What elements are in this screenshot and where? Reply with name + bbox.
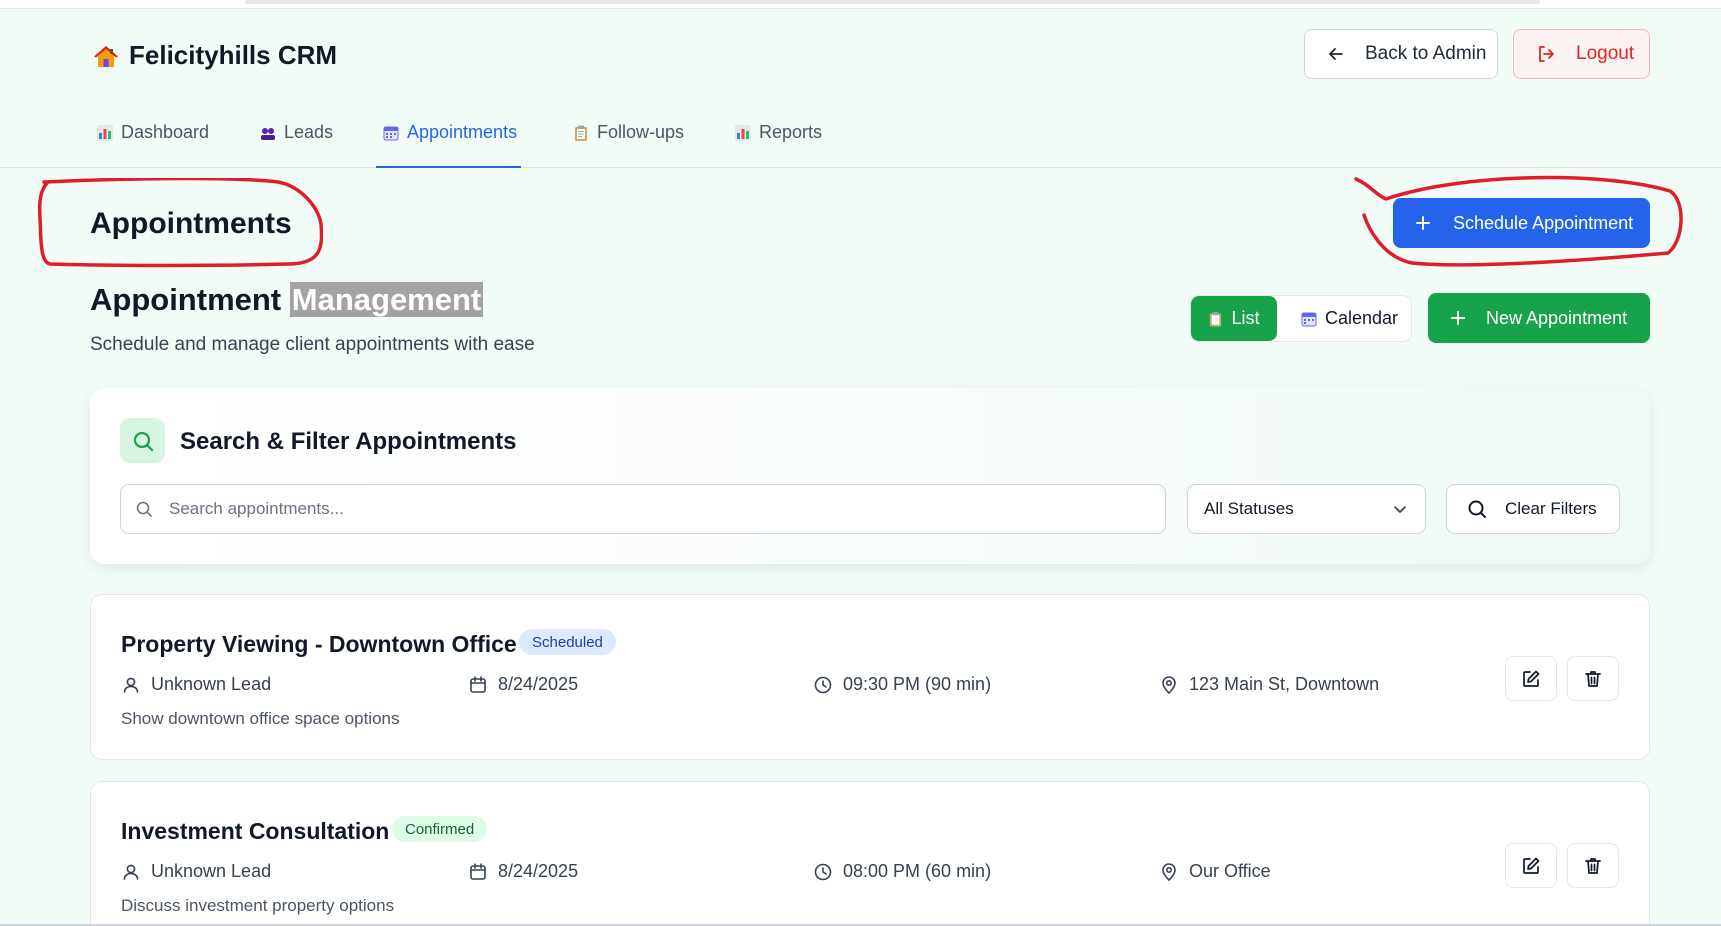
list-view-label: List: [1231, 308, 1260, 328]
schedule-appointment-button[interactable]: Schedule Appointment: [1393, 198, 1650, 248]
clear-filters-label: Clear Filters: [1505, 499, 1597, 518]
edit-icon: [1523, 670, 1540, 687]
appointment-time-text: 09:30 PM (90 min): [843, 674, 992, 694]
delete-button[interactable]: [1567, 656, 1619, 701]
trash-icon: [1585, 857, 1601, 874]
appointment-time: 09:30 PM (90 min): [813, 674, 991, 695]
arrow-left-icon: [1329, 48, 1343, 60]
bar-chart-icon: [735, 125, 751, 141]
filter-card-title: Search & Filter Appointments: [180, 428, 517, 455]
status-badge: Scheduled: [519, 629, 616, 655]
appointment-date-text: 8/24/2025: [498, 861, 579, 881]
calendar-icon: [1301, 312, 1317, 326]
appointment-time-text: 08:00 PM (60 min): [843, 861, 992, 881]
status-select[interactable]: All Statuses: [1187, 484, 1426, 534]
plus-icon: [1451, 311, 1465, 325]
calendar-icon: [470, 675, 486, 693]
appointment-location-text: Our Office: [1189, 861, 1271, 881]
clear-filters-button[interactable]: Clear Filters: [1446, 484, 1620, 534]
trash-icon: [1585, 670, 1601, 687]
back-to-admin-button[interactable]: Back to Admin: [1304, 29, 1498, 79]
tab-label: Appointments: [407, 122, 518, 142]
search-icon: [1468, 500, 1486, 518]
people-icon: [261, 128, 275, 140]
tab-label: Dashboard: [121, 122, 210, 142]
edit-button[interactable]: [1505, 656, 1557, 701]
filter-card-icon-box: [120, 418, 165, 463]
logout-icon: [1539, 46, 1554, 62]
management-title-part: Appointment: [90, 282, 282, 317]
appointment-description: Show downtown office space options: [121, 709, 400, 728]
appointment-description: Discuss investment property options: [121, 896, 395, 915]
highlighted-text: Management: [289, 282, 484, 317]
map-pin-icon: [1162, 675, 1176, 694]
map-pin-icon: [1162, 862, 1176, 881]
appointment-card: Property Viewing - Downtown Office Sched…: [90, 594, 1650, 760]
tab-label: Leads: [284, 122, 334, 142]
search-input[interactable]: [169, 499, 1069, 519]
appointment-title: Property Viewing - Downtown Office: [121, 631, 517, 657]
status-badge: Confirmed: [392, 816, 488, 842]
appointment-date-text: 8/24/2025: [498, 674, 579, 694]
appointment-date: 8/24/2025: [468, 861, 578, 882]
appointment-lead-text: Unknown Lead: [151, 861, 272, 881]
tab-leads[interactable]: Leads: [260, 122, 333, 168]
app-brand: Felicityhills CRM: [93, 40, 337, 71]
appointment-card: Investment Consultation Confirmed Unknow…: [90, 781, 1650, 926]
app-title: Felicityhills CRM: [129, 40, 338, 70]
management-subtitle: Schedule and manage client appointments …: [90, 334, 535, 355]
tab-dashboard[interactable]: Dashboard: [97, 122, 209, 168]
tab-appointments[interactable]: Appointments: [376, 122, 522, 168]
tab-follow-ups[interactable]: Follow-ups: [573, 122, 684, 168]
filter-card: Search & Filter Appointments All Statuse…: [90, 388, 1650, 564]
tab-reports[interactable]: Reports: [735, 122, 822, 168]
appointment-title: Investment Consultation: [121, 818, 390, 844]
red-annotation-circle: [38, 178, 323, 268]
management-title: Appointment Management: [90, 282, 484, 318]
status-select-value: All Statuses: [1204, 499, 1294, 518]
delete-button[interactable]: [1567, 843, 1619, 888]
nav-tabs: Dashboard Leads Appointments Follow-ups …: [0, 110, 1721, 168]
clock-icon: [814, 676, 832, 693]
calendar-icon: [470, 862, 486, 880]
edit-button[interactable]: [1505, 843, 1557, 888]
back-to-admin-label: Back to Admin: [1365, 43, 1487, 64]
clipboard-icon: [575, 125, 587, 141]
plus-icon: [1416, 216, 1430, 230]
user-icon: [123, 864, 139, 880]
tab-label: Follow-ups: [597, 122, 685, 142]
appointment-date: 8/24/2025: [468, 674, 578, 695]
logout-label: Logout: [1576, 43, 1635, 64]
clock-icon: [814, 863, 832, 880]
tab-label: Reports: [759, 122, 823, 142]
horizontal-scrollbar[interactable]: [245, 0, 1540, 4]
appointment-lead-text: Unknown Lead: [151, 674, 272, 694]
view-toggle: List Calendar: [1190, 295, 1412, 342]
edit-icon: [1523, 857, 1540, 874]
appointment-lead: Unknown Lead: [121, 674, 271, 695]
chevron-down-icon: [1394, 506, 1406, 513]
calendar-view-label: Calendar: [1325, 308, 1399, 328]
user-icon: [123, 677, 139, 693]
schedule-appointment-label: Schedule Appointment: [1453, 212, 1634, 233]
appointment-location: 123 Main St, Downtown: [1159, 674, 1379, 695]
appointment-location: Our Office: [1159, 861, 1271, 882]
calendar-icon: [383, 126, 399, 141]
logout-button[interactable]: Logout: [1513, 29, 1650, 79]
new-appointment-label: New Appointment: [1486, 307, 1628, 328]
browser-top-strip: [0, 0, 1721, 9]
clipboard-icon: [1210, 311, 1222, 326]
new-appointment-button[interactable]: New Appointment: [1428, 293, 1650, 343]
search-icon: [136, 501, 152, 517]
appointment-location-text: 123 Main St, Downtown: [1189, 674, 1380, 694]
search-box: [120, 484, 1166, 534]
house-icon: [94, 45, 118, 67]
appointment-lead: Unknown Lead: [121, 861, 271, 882]
search-icon: [133, 431, 153, 451]
bar-chart-icon: [97, 125, 113, 141]
list-view-button[interactable]: List: [1191, 296, 1277, 341]
appointment-time: 08:00 PM (60 min): [813, 861, 991, 882]
calendar-view-button[interactable]: Calendar: [1301, 296, 1398, 341]
